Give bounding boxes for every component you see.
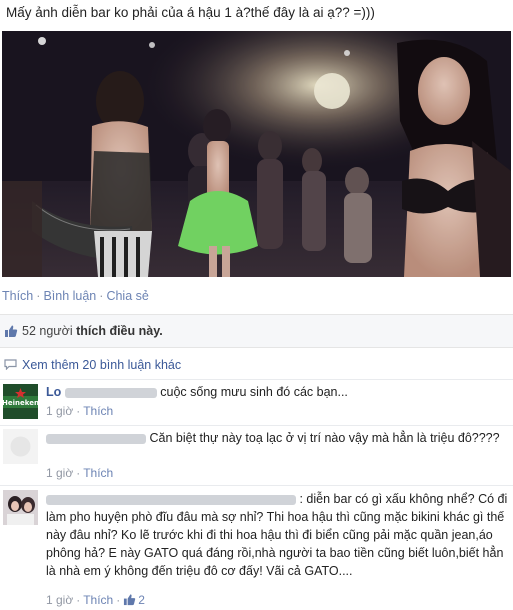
likes-suffix: thích điều này. — [76, 324, 163, 338]
avatar[interactable]: Heineken — [3, 384, 38, 419]
like-link[interactable]: Thích — [2, 289, 33, 303]
comment-body-line1: : diễn bar có gì xấu — [299, 492, 406, 506]
comment-body: không nhể? Có đi làm pho huyện phò đĩu đ… — [46, 492, 508, 578]
blurred-avatar-icon — [3, 429, 38, 464]
separator: · — [116, 593, 121, 607]
comment-text: : diễn bar có gì xấu không nhể? Có đi là… — [46, 490, 508, 580]
post-actions: Thích · Bình luận · Chia sẻ — [2, 289, 149, 303]
blurred-name — [46, 494, 296, 505]
share-link[interactable]: Chia sẻ — [106, 289, 148, 303]
post-photo[interactable] — [2, 31, 511, 277]
separator: · — [76, 466, 81, 480]
comment-item: : diễn bar có gì xấu không nhể? Có đi là… — [0, 485, 513, 610]
comment-like-link[interactable]: Thích — [83, 466, 113, 480]
heineken-avatar-icon: Heineken — [3, 384, 38, 419]
comment-item: Heineken Lo cuộc sống mưu sinh đó các bạ… — [0, 379, 513, 425]
avatar[interactable] — [3, 429, 38, 464]
commenter-name[interactable]: Lo — [46, 385, 61, 399]
comment-like-count[interactable]: 2 — [138, 593, 145, 607]
comment-body: Căn biệt thự này toạ lạc ở vị trí nào vậ… — [149, 431, 500, 445]
comment-meta: 1 giờ · Thích · 2 — [46, 593, 145, 607]
view-more-comments-link[interactable]: Xem thêm 20 bình luận khác — [22, 358, 181, 372]
view-more-comments[interactable]: Xem thêm 20 bình luận khác — [0, 355, 513, 379]
comment-time[interactable]: 1 giờ — [46, 593, 73, 607]
bar-scene-image — [2, 31, 511, 277]
comment-item: Căn biệt thự này toạ lạc ở vị trí nào vậ… — [0, 425, 513, 485]
separator: · — [36, 289, 41, 303]
profile-photo-avatar-icon — [3, 490, 38, 525]
comment-time[interactable]: 1 giờ — [46, 466, 73, 480]
comment-body: cuộc sống mưu sinh đó các bạn... — [160, 385, 348, 399]
comment-meta: 1 giờ · Thích — [46, 404, 113, 418]
svg-text:Heineken: Heineken — [3, 399, 38, 407]
blurred-name — [46, 433, 146, 444]
likes-text[interactable]: 52 người thích điều này. — [22, 324, 163, 338]
post-text: Mấy ảnh diễn bar ko phải của á hậu 1 à?t… — [6, 5, 375, 20]
separator: · — [76, 404, 81, 418]
thumbs-up-icon — [5, 325, 18, 337]
comment-meta: 1 giờ · Thích — [46, 466, 113, 480]
separator: · — [76, 593, 81, 607]
comment-bubble-icon — [4, 359, 17, 370]
blurred-name — [64, 387, 157, 398]
comment-time[interactable]: 1 giờ — [46, 404, 73, 418]
comment-like-link[interactable]: Thích — [83, 404, 113, 418]
comment-like-link[interactable]: Thích — [83, 593, 113, 607]
thumbs-up-icon — [124, 594, 136, 606]
separator: · — [99, 289, 104, 303]
likes-count[interactable]: 52 người — [22, 324, 73, 338]
avatar[interactable] — [3, 490, 38, 525]
comment-text: Lo cuộc sống mưu sinh đó các bạn... — [46, 383, 506, 401]
likes-summary: 52 người thích điều này. — [0, 314, 513, 348]
comment-text: Căn biệt thự này toạ lạc ở vị trí nào vậ… — [46, 429, 506, 447]
comment-link[interactable]: Bình luận — [43, 289, 96, 303]
